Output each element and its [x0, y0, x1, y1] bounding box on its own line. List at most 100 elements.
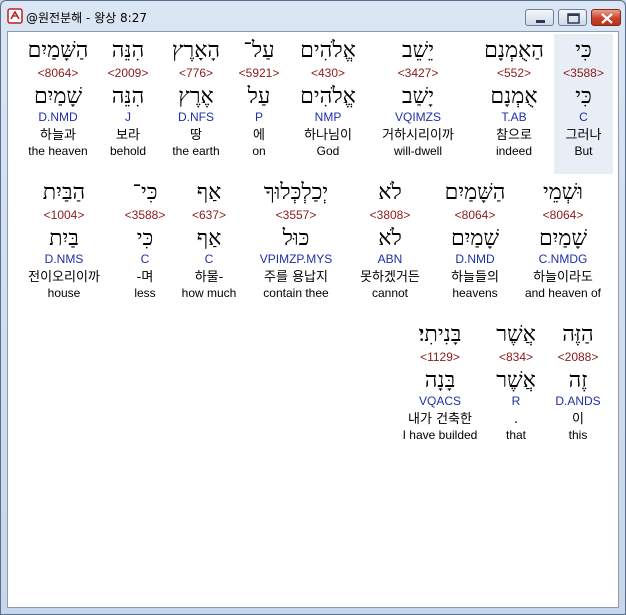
word-0-2[interactable]: יֵשֵׁב <3427> יָשַׁב VQIMZS 거하시리이까 will-… — [364, 38, 472, 158]
strong-number[interactable]: <3808> — [350, 208, 430, 222]
korean-gloss: 땅 — [190, 128, 202, 143]
word-1-5[interactable]: כִּי־ <3588> כִּי C -며 less — [120, 180, 170, 300]
lemma: אֻמְנָם — [490, 84, 538, 109]
hebrew-word: יְכַלְכְּלוּךָ — [263, 180, 329, 205]
hebrew-word: הַשָּׁמַיִם — [444, 180, 506, 205]
word-2-2[interactable]: בָּנִיתִי׃ <1129> בָּנָה VQACS 내가 건축한 I … — [396, 322, 484, 442]
lemma: אַף — [196, 226, 222, 251]
strong-number[interactable]: <2009> — [102, 66, 154, 80]
morphology-code: R — [511, 394, 521, 408]
english-gloss: indeed — [495, 144, 533, 158]
korean-gloss: 보라 — [116, 128, 140, 143]
minimize-icon — [536, 20, 545, 23]
korean-gloss: 하나님이 — [304, 128, 352, 143]
strong-number[interactable]: <1129> — [396, 350, 484, 364]
morphology-code: ABN — [377, 252, 403, 266]
close-icon — [601, 13, 613, 24]
hebrew-word: לֹא — [378, 180, 402, 205]
lemma: אֱלֹהִים — [300, 84, 356, 109]
word-1-1[interactable]: הַשָּׁמַיִם <8064> שָׁמַיִם D.NMD 하늘들의 h… — [436, 180, 514, 300]
strong-number[interactable]: <5921> — [234, 66, 284, 80]
lemma: לֹא — [378, 226, 402, 251]
english-gloss: contain thee — [263, 286, 329, 300]
strong-number[interactable]: <8064> — [520, 208, 606, 222]
morphology-code: C — [140, 252, 150, 266]
english-gloss: on — [252, 144, 266, 158]
morphology-code: NMP — [314, 110, 342, 124]
strong-number[interactable]: <3557> — [248, 208, 344, 222]
strong-number[interactable]: <8064> — [20, 66, 96, 80]
lemma: כִּי — [575, 84, 592, 109]
word-0-3[interactable]: אֱלֹהִים <430> אֱלֹהִים NMP 하나님이 God — [290, 38, 366, 158]
word-0-4[interactable]: עַל־ <5921> עַל P 에 on — [234, 38, 284, 158]
english-gloss: will-dwell — [393, 144, 442, 158]
word-1-2[interactable]: לֹא <3808> לֹא ABN 못하겠거든 cannot — [350, 180, 430, 300]
word-1-4[interactable]: אַף <637> אַף C 하물- how much — [174, 180, 244, 300]
lemma: כִּי — [136, 226, 154, 251]
minimize-button[interactable] — [525, 9, 554, 26]
korean-gloss: 못하겠거든 — [360, 270, 420, 285]
word-1-3[interactable]: יְכַלְכְּלוּךָ <3557> כּוּל VPIMZP.MYS 주… — [248, 180, 344, 300]
korean-gloss: 하늘이라도 — [533, 270, 593, 285]
lemma: אֶרֶץ — [178, 84, 214, 109]
strong-number[interactable]: <776> — [160, 66, 232, 80]
word-1-6[interactable]: הַבַּיִת <1004> בַּיִת D.NMS 전이오리이까 hous… — [16, 180, 112, 300]
korean-gloss: -며 — [136, 270, 154, 285]
lemma: אֲשֶׁר — [496, 368, 536, 393]
maximize-button[interactable] — [558, 9, 587, 26]
maximize-icon — [567, 13, 580, 24]
korean-gloss: 주를 용납지 — [264, 270, 328, 285]
hebrew-word: הַבַּיִת — [42, 180, 86, 205]
hebrew-word: וּשְׁמֵי — [542, 180, 583, 205]
parsing-panel[interactable]: כִּי <3588> כִּי C 그러나 But הַאֻמְנָם <55… — [7, 31, 619, 608]
korean-gloss: 하늘과 — [40, 128, 76, 143]
word-0-1[interactable]: הַאֻמְנָם <552> אֻמְנָם T.AB 참으로 indeed — [474, 38, 554, 158]
morphology-code: D.NMD — [38, 110, 78, 124]
hebrew-word: הָאָרֶץ — [171, 38, 221, 63]
strong-number[interactable]: <2088> — [544, 350, 612, 364]
hebrew-word: אֲשֶׁר — [496, 322, 536, 347]
app-window: @원전분해 - 왕상 8:27 כִּי <3588> כִּי C 그러나 B… — [0, 0, 626, 615]
word-0-5[interactable]: הָאָרֶץ <776> אֶרֶץ D.NFS 땅 the earth — [160, 38, 232, 158]
hebrew-word: הַזֶּה — [562, 322, 594, 347]
strong-number[interactable]: <637> — [174, 208, 244, 222]
strong-number[interactable]: <8064> — [436, 208, 514, 222]
english-gloss: and heaven of — [524, 286, 602, 300]
strong-number[interactable]: <1004> — [16, 208, 112, 222]
hebrew-word: הִנֵּה — [111, 38, 145, 63]
korean-gloss: 에 — [253, 128, 265, 143]
english-gloss: the earth — [172, 144, 220, 158]
strong-number[interactable]: <3427> — [364, 66, 472, 80]
korean-gloss: 이 — [572, 412, 584, 427]
strong-number[interactable]: <3588> — [120, 208, 170, 222]
close-button[interactable] — [591, 9, 621, 26]
word-0-0[interactable]: כִּי <3588> כִּי C 그러나 But — [554, 38, 613, 158]
lemma: שָׁמַיִם — [538, 226, 588, 251]
morphology-code: C — [579, 110, 588, 124]
hebrew-word: הַאֻמְנָם — [484, 38, 544, 63]
word-2-0[interactable]: הַזֶּה <2088> זֶה D.ANDS 이 this — [544, 322, 612, 442]
lemma: שָׁמַיִם — [450, 226, 500, 251]
strong-number[interactable]: <834> — [484, 350, 548, 364]
strong-number[interactable]: <552> — [474, 66, 554, 80]
lemma: יָשַׁב — [402, 84, 434, 109]
hebrew-word: כִּי־ — [132, 180, 158, 205]
english-gloss: house — [47, 286, 81, 300]
korean-gloss: 참으로 — [496, 128, 532, 143]
hebrew-word: הַשָּׁמַיִם — [27, 38, 89, 63]
word-1-0[interactable]: וּשְׁמֵי <8064> שָׁמַיִם C.NMDG 하늘이라도 an… — [520, 180, 606, 300]
morphology-code: P — [254, 110, 263, 124]
korean-gloss: 하물- — [194, 270, 224, 285]
hebrew-word: אַף — [196, 180, 222, 205]
lemma: כּוּל — [282, 226, 310, 251]
morphology-code: J — [125, 110, 131, 124]
word-2-1[interactable]: אֲשֶׁר <834> אֲשֶׁר R . that — [484, 322, 548, 442]
strong-number[interactable]: <430> — [290, 66, 366, 80]
title-bar[interactable]: @원전분해 - 왕상 8:27 — [1, 1, 625, 31]
strong-number[interactable]: <3588> — [554, 66, 613, 80]
word-0-6[interactable]: הִנֵּה <2009> הִנֵּה J 보라 behold — [102, 38, 154, 158]
english-gloss: the heaven — [28, 144, 88, 158]
english-gloss: how much — [181, 286, 237, 300]
morphology-code: D.ANDS — [555, 394, 601, 408]
word-0-7[interactable]: הַשָּׁמַיִם <8064> שָׁמַיִם D.NMD 하늘과 th… — [20, 38, 96, 158]
